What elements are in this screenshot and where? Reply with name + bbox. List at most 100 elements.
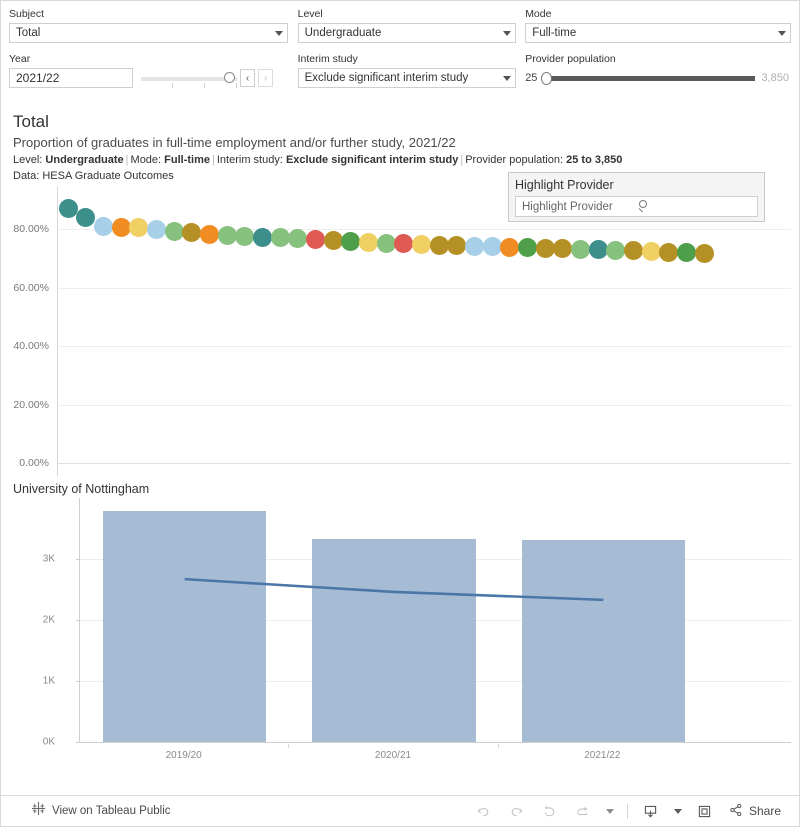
bar-y-tickmark	[76, 620, 80, 621]
bar-x-tick: 2021/22	[584, 750, 621, 761]
scatter-point[interactable]	[164, 221, 184, 241]
page-title: Total	[13, 112, 49, 131]
year-slider[interactable]	[141, 68, 238, 89]
download-chevron-down-icon[interactable]	[673, 808, 682, 814]
scatter-point[interactable]	[146, 219, 166, 239]
scatter-chart: 0.00% 20.00% 40.00% 60.00% 80.00%	[1, 186, 799, 476]
scatter-point[interactable]	[465, 236, 485, 256]
provider-population-knob[interactable]	[541, 72, 553, 85]
scatter-point[interactable]	[58, 199, 78, 219]
year-slider-knob[interactable]	[224, 72, 235, 83]
provider-population-bar	[547, 76, 756, 81]
chevron-down-icon	[503, 30, 512, 36]
scatter-point[interactable]	[394, 234, 414, 254]
year-label: Year	[9, 53, 31, 65]
scatter-plot-area[interactable]	[57, 186, 791, 476]
scatter-point[interactable]	[518, 238, 538, 258]
filter-year: Year 2021/22 ‹ ›	[9, 52, 288, 88]
subject-dropdown[interactable]: Total	[9, 23, 288, 43]
scatter-y-tick: 60.00%	[13, 281, 49, 294]
scatter-point[interactable]	[659, 242, 679, 262]
scatter-point[interactable]	[323, 231, 343, 251]
interim-study-dropdown[interactable]: Exclude significant interim study	[297, 68, 517, 88]
bar-chart-area: 0K 1K 2K 3K 2019/20 2020/21 2021/22	[1, 498, 799, 766]
scatter-point[interactable]	[677, 243, 697, 263]
year-value: 2021/22	[16, 71, 60, 85]
scatter-point[interactable]	[235, 227, 255, 247]
refresh-icon[interactable]	[573, 801, 593, 821]
scatter-point[interactable]	[182, 223, 202, 243]
bar-x-tickmark	[288, 744, 290, 748]
scatter-point[interactable]	[358, 232, 378, 252]
bar-x-tickmark	[497, 744, 499, 748]
meta-interim-key: Interim study:	[216, 154, 283, 166]
scatter-y-tick: 20.00%	[13, 398, 49, 411]
scatter-point[interactable]	[288, 229, 308, 249]
filter-subject: Subject Total	[9, 7, 288, 43]
chevron-down-icon	[778, 30, 786, 36]
scatter-point[interactable]	[376, 233, 396, 253]
scatter-point[interactable]	[606, 240, 626, 260]
provider-population-max: 3,850	[761, 72, 789, 84]
filter-bar: Subject Total Level Undergraduate Mode F…	[1, 1, 799, 107]
bar-chart: University of Nottingham 0K 1K 2K 3K 2019/2…	[1, 480, 799, 770]
scatter-point[interactable]	[694, 243, 714, 263]
bar-chart-title: University of Nottingham	[13, 482, 150, 496]
scatter-point[interactable]	[111, 217, 131, 237]
refresh-chevron-down-icon[interactable]	[605, 808, 614, 814]
scatter-point[interactable]	[217, 225, 237, 245]
scatter-point[interactable]	[553, 239, 573, 259]
toolbar-divider	[626, 803, 628, 819]
scatter-point[interactable]	[429, 235, 449, 255]
scatter-point[interactable]	[76, 208, 96, 228]
scatter-point[interactable]	[305, 230, 325, 250]
scatter-point[interactable]	[588, 240, 608, 260]
year-input[interactable]: 2021/22	[9, 68, 133, 88]
share-icon	[728, 802, 744, 821]
chevron-down-icon	[274, 30, 283, 36]
year-slider-ticks	[141, 83, 238, 89]
view-on-tableau-public-button[interactable]: View on Tableau Public	[1, 801, 171, 821]
scatter-point[interactable]	[252, 228, 272, 248]
filter-summary: Level: Undergraduate | Mode: Full-time | Int…	[13, 154, 623, 166]
bar[interactable]	[312, 538, 476, 742]
bar-x-axis-line	[80, 742, 791, 743]
year-prev-button[interactable]: ‹	[240, 69, 255, 87]
filter-provider-population: Provider population 25 3,850	[525, 52, 791, 88]
mode-dropdown[interactable]: Full-time	[525, 23, 791, 43]
revert-icon[interactable]	[540, 801, 560, 821]
bar-y-tickmark	[76, 559, 80, 560]
tableau-dashboard: Subject Total Level Undergraduate Mode F…	[0, 0, 800, 827]
scatter-point[interactable]	[93, 216, 113, 236]
share-button[interactable]: Share	[728, 802, 781, 821]
download-icon[interactable]	[641, 801, 661, 821]
scatter-point[interactable]	[624, 241, 644, 261]
bar-plot-area[interactable]	[76, 498, 791, 743]
scatter-point[interactable]	[341, 231, 361, 251]
tableau-logo-icon	[31, 801, 46, 821]
view-on-tableau-public-label: View on Tableau Public	[52, 805, 171, 817]
bar[interactable]	[521, 540, 685, 742]
scatter-gridline	[58, 346, 791, 348]
meta-mode-value: Full-time	[164, 154, 211, 166]
scatter-point[interactable]	[129, 218, 149, 238]
scatter-point[interactable]	[447, 236, 467, 256]
bar-y-tick: 0K	[42, 736, 55, 748]
year-next-button[interactable]: ›	[258, 69, 273, 87]
undo-icon[interactable]	[474, 801, 494, 821]
scatter-point[interactable]	[199, 224, 219, 244]
provider-population-slider[interactable]	[541, 70, 756, 86]
scatter-point[interactable]	[270, 228, 290, 248]
fullscreen-icon[interactable]	[695, 801, 715, 821]
scatter-point[interactable]	[535, 238, 555, 258]
redo-icon[interactable]	[507, 801, 527, 821]
level-dropdown[interactable]: Undergraduate	[297, 23, 517, 43]
scatter-point[interactable]	[500, 237, 520, 257]
filter-row-2: Year 2021/22 ‹ › Interim study Exclude s…	[9, 52, 791, 88]
scatter-point[interactable]	[482, 237, 502, 257]
scatter-point[interactable]	[641, 241, 661, 261]
interim-study-value: Exclude significant interim study	[304, 72, 469, 84]
scatter-point[interactable]	[412, 234, 431, 254]
scatter-point[interactable]	[571, 239, 591, 259]
bar[interactable]	[103, 511, 267, 742]
